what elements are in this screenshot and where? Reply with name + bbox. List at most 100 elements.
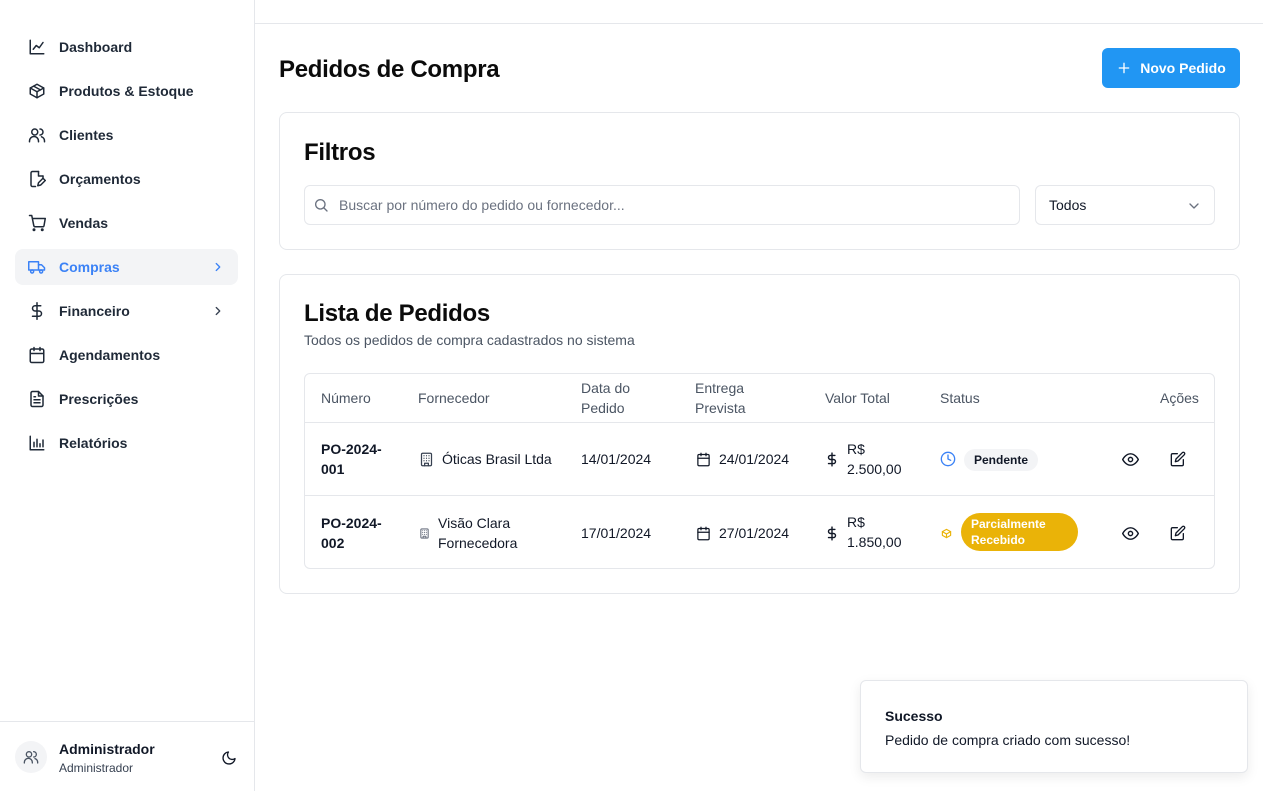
sidebar-item-label: Agendamentos [59,347,161,363]
list-subtitle: Todos os pedidos de compra cadastrados n… [304,332,635,348]
order-number: PO-2024- 001 [321,439,382,479]
chevron-down-icon [1186,198,1202,214]
edit-icon[interactable] [1166,447,1190,471]
sidebar-item-prescricoes[interactable]: Prescrições [15,381,238,417]
new-order-button[interactable]: Novo Pedido [1102,48,1240,88]
toast-title: Sucesso [885,708,943,724]
status-badge-text: Parcialmente Recebido [971,516,1046,548]
col-acoes: Ações [1160,390,1199,406]
moon-icon[interactable] [219,748,239,768]
search-icon [313,197,329,213]
filters-title: Filtros [304,139,376,166]
status-badge: Parcialmente Recebido [961,513,1078,551]
total-value-line2: 1.850,00 [847,534,902,550]
avatar[interactable] [15,741,47,773]
col-entrega-line2: Prevista [695,400,746,416]
chevron-right-icon [210,259,226,275]
sidebar-item-label: Orçamentos [59,171,141,187]
status-filter-value: Todos [1049,197,1087,213]
sidebar-item-label: Produtos & Estoque [59,83,194,99]
supplier-name: Visão Clara Fornecedora [438,513,517,553]
col-data-line2: Pedido [581,400,625,416]
sidebar-item-vendas[interactable]: Vendas [15,205,238,241]
search-box[interactable] [304,185,1020,225]
sidebar: Dashboard Produtos & Estoque Clientes Or… [0,0,255,791]
col-entrega-line1: Entrega [695,380,745,396]
view-eye-icon[interactable] [1118,521,1142,545]
sidebar-item-dashboard[interactable]: Dashboard [15,29,238,65]
order-number: PO-2024- 002 [321,513,382,553]
total-value-line1: R$ [847,441,865,457]
package-icon [27,81,47,101]
plus-icon [1116,60,1132,76]
status-badge-text: Pendente [974,453,1029,467]
sidebar-item-label: Clientes [59,127,114,143]
package-icon [940,527,952,539]
calendar-icon [695,451,711,467]
order-date: 14/01/2024 [581,451,652,467]
col-status: Status [940,390,980,406]
orders-table: Número Fornecedor Data do Pedido Entrega… [304,373,1215,569]
building-icon [418,451,434,467]
filters-card: Filtros Todos [279,112,1240,250]
truck-icon [27,257,47,277]
status-filter-select[interactable]: Todos [1035,185,1215,225]
view-eye-icon[interactable] [1118,447,1142,471]
sidebar-item-financeiro[interactable]: Financeiro [15,293,238,329]
col-data-pedido: Data do Pedido [581,378,630,418]
col-data-line1: Data do [581,380,631,396]
table-row[interactable]: PO-2024- 001 Óticas Brasil Ltda 14/01/20… [305,423,1214,496]
total-value-line1: R$ [847,514,865,530]
status-badge-line1: Parcialmente [971,517,1046,531]
dollar-icon [825,451,839,467]
order-number-line1: PO-2024- [321,441,382,457]
sidebar-item-label: Prescrições [59,391,139,407]
sidebar-item-label: Dashboard [59,39,133,55]
user-profile: Administrador Administrador [0,721,254,791]
edit-icon[interactable] [1166,521,1190,545]
order-number-line1: PO-2024- [321,515,382,531]
supplier-name: Óticas Brasil Ltda [442,449,552,469]
order-number-line2: 002 [321,535,345,551]
chart-line-icon [27,37,47,57]
toast-message: Pedido de compra criado com sucesso! [885,732,1131,748]
building-icon [418,526,430,540]
sidebar-item-compras[interactable]: Compras [15,249,238,285]
dollar-icon [825,525,839,541]
chevron-right-icon [210,303,226,319]
col-fornecedor: Fornecedor [418,390,490,406]
sidebar-item-label: Financeiro [59,303,130,319]
bar-chart-icon [27,433,47,453]
status-badge-line2: Recebido [971,533,1026,547]
search-input[interactable] [339,197,999,213]
sidebar-item-clientes[interactable]: Clientes [15,117,238,153]
table-header: Número Fornecedor Data do Pedido Entrega… [305,374,1214,423]
sidebar-item-produtos[interactable]: Produtos & Estoque [15,73,238,109]
sidebar-item-agendamentos[interactable]: Agendamentos [15,337,238,373]
sidebar-nav: Dashboard Produtos & Estoque Clientes Or… [15,29,238,469]
order-number-line2: 001 [321,461,345,477]
total-value-line2: 2.500,00 [847,461,902,477]
col-entrega-prevista: Entrega Prevista [695,378,746,418]
sidebar-item-relatorios[interactable]: Relatórios [15,425,238,461]
sidebar-item-label: Compras [59,259,120,275]
file-edit-icon [27,169,47,189]
users-icon [27,125,47,145]
table-row[interactable]: PO-2024- 002 Visão Clara Fornecedora 17/… [305,496,1214,568]
expected-delivery: 27/01/2024 [719,525,790,541]
total-value: R$ 2.500,00 [847,439,902,479]
status-badge: Pendente [964,449,1039,471]
page-title: Pedidos de Compra [279,56,500,83]
top-bar [255,0,1263,24]
calendar-icon [27,345,47,365]
users-icon [23,751,39,764]
user-name: Administrador [59,741,155,757]
total-value: R$ 1.850,00 [847,512,902,552]
success-toast[interactable]: Sucesso Pedido de compra criado com suce… [860,680,1248,773]
cart-icon [27,213,47,233]
calendar-icon [695,525,711,541]
supplier-name-line1: Óticas Brasil Ltda [442,451,552,467]
user-role: Administrador [59,761,134,775]
list-title: Lista de Pedidos [304,300,490,327]
sidebar-item-orcamentos[interactable]: Orçamentos [15,161,238,197]
